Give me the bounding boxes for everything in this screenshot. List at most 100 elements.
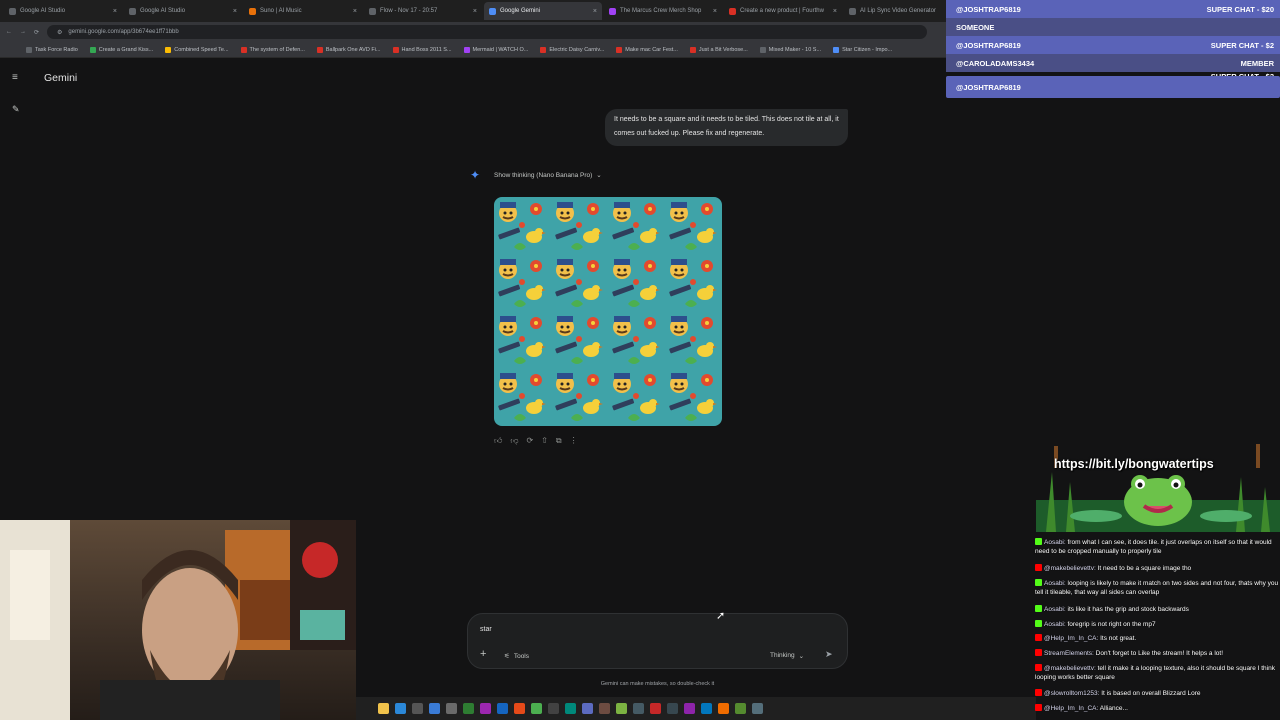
regenerate-icon[interactable]: ⟳ — [527, 436, 534, 446]
chat-message: Aosabi: looping is likely to make it mat… — [1035, 579, 1279, 596]
app-icon[interactable] — [548, 703, 559, 714]
bookmark[interactable]: Ballpark One AVD Fi... — [316, 46, 381, 53]
copy-icon[interactable]: ⧉ — [556, 436, 562, 446]
new-chat-icon[interactable]: ✎ — [12, 104, 20, 115]
app-icon[interactable] — [735, 703, 746, 714]
app-icon[interactable] — [718, 703, 729, 714]
bookmark[interactable]: Star Citizen - Impo... — [833, 46, 892, 53]
file-explorer-icon[interactable] — [378, 703, 389, 714]
app-icon[interactable] — [752, 703, 763, 714]
close-tab-icon[interactable]: × — [233, 8, 237, 15]
chrome-icon[interactable] — [531, 703, 542, 714]
bookmark[interactable]: Mixed Maker - 10 S... — [759, 46, 821, 53]
bookmark[interactable]: Make mac Car Fest... — [616, 46, 678, 53]
promo-banner: https://bit.ly/bongwatertips — [1036, 440, 1280, 532]
add-attachment-icon[interactable]: + — [480, 648, 486, 660]
youtube-icon — [1035, 634, 1042, 641]
gemini-sparkle-icon: ✦ — [470, 168, 481, 182]
close-tab-icon[interactable]: × — [593, 8, 597, 15]
address-bar[interactable]: ⚙ gemini.google.com/app/3b674ee1ff71bbb — [47, 25, 928, 39]
app-icon[interactable] — [463, 703, 474, 714]
app-icon[interactable] — [582, 703, 593, 714]
thumbs-down-icon[interactable]: 👎︎ — [510, 436, 518, 446]
browser-tab[interactable]: AI Lip Sync Video Generator× — [844, 2, 962, 20]
bookmark[interactable]: Combined Speed Te... — [165, 46, 229, 53]
super-chat-user: SOMEONE — [956, 22, 995, 32]
browser-tab[interactable]: Google AI Studio × — [4, 2, 122, 20]
browser-tab[interactable]: The Marcus Crew Merch Shop × — [604, 2, 722, 20]
forward-icon[interactable]: → — [20, 29, 26, 35]
back-icon[interactable]: ← — [6, 29, 12, 35]
bookmark[interactable]: Hand Boss 2011 S... — [392, 46, 452, 53]
chat-message: Aosabi: from what I can see, it does til… — [1035, 538, 1272, 555]
edge-icon[interactable] — [395, 703, 406, 714]
app-icon[interactable] — [497, 703, 508, 714]
app-icon[interactable] — [429, 703, 440, 714]
bookmark[interactable]: Just a Bit Verbose... — [689, 46, 748, 53]
send-icon[interactable]: ➤ — [825, 649, 833, 660]
browser-tab[interactable]: Create a new product | Fourthw × — [724, 2, 842, 20]
bookmark-favicon-icon — [833, 46, 840, 53]
show-thinking-toggle[interactable]: Show thinking (Nano Banana Pro) ⌄ — [494, 171, 602, 180]
close-tab-icon[interactable]: × — [833, 8, 837, 15]
disclaimer-text: Gemini can make mistakes, so double-chec… — [600, 681, 715, 687]
super-chat-row: @CAROLADAMS3434 MEMBER — [946, 54, 1280, 72]
tab-favicon-icon — [369, 7, 376, 15]
model-mode-select[interactable]: Thinking ⌄ — [770, 652, 804, 660]
app-icon[interactable] — [514, 703, 525, 714]
super-chat-amount: SUPER CHAT - $20 — [1206, 4, 1274, 14]
bookmark-favicon-icon — [616, 46, 623, 53]
app-icon[interactable] — [599, 703, 610, 714]
kick-icon — [1035, 605, 1042, 612]
site-info-icon[interactable]: ⚙ — [57, 29, 62, 36]
youtube-icon — [1035, 564, 1042, 571]
close-tab-icon[interactable]: × — [113, 8, 117, 15]
chat-message: @makebelievettv: It need to be a square … — [1035, 564, 1279, 573]
youtube-icon — [1035, 704, 1042, 711]
bookmark[interactable]: The system of Defen... — [240, 46, 305, 53]
bookmark[interactable]: Mermaid | WATCH O... — [463, 46, 528, 53]
chat-message: @Help_Im_In_CA: Alliance... — [1035, 704, 1279, 713]
app-icon[interactable] — [616, 703, 627, 714]
app-icon[interactable] — [667, 703, 678, 714]
app-icon[interactable] — [480, 703, 491, 714]
reload-icon[interactable]: ⟳ — [34, 29, 39, 36]
close-tab-icon[interactable]: × — [713, 8, 717, 15]
youtube-icon — [1035, 649, 1042, 656]
bookmark-favicon-icon — [165, 46, 172, 53]
thumbs-up-icon[interactable]: 👍︎ — [494, 436, 502, 446]
tools-icon: ⚟ — [504, 653, 510, 660]
chevron-down-icon: ⌄ — [798, 653, 805, 660]
browser-tab[interactable]: Suno | AI Music × — [244, 2, 362, 20]
kick-icon — [1035, 579, 1042, 586]
bookmark[interactable]: Electric Daisy Carniv... — [540, 46, 604, 53]
browser-tab[interactable]: Flow - Nov 17 - 20:57 × — [364, 2, 482, 20]
browser-tab-active[interactable]: Google Gemini × — [484, 2, 602, 20]
app-icon[interactable] — [684, 703, 695, 714]
app-icon[interactable] — [633, 703, 644, 714]
main-menu-icon[interactable]: ≡ — [12, 72, 18, 83]
app-icon[interactable] — [446, 703, 457, 714]
frog-illustration — [1036, 444, 1280, 532]
generated-image[interactable] — [494, 197, 722, 426]
app-icon[interactable] — [701, 703, 712, 714]
browser-tab[interactable]: Google AI Studio × — [124, 2, 242, 20]
app-icon[interactable] — [650, 703, 661, 714]
close-tab-icon[interactable]: × — [473, 8, 477, 15]
share-icon[interactable]: ⇧ — [541, 436, 548, 446]
super-chat-row: @JOSHTRAP6819 — [946, 76, 1280, 98]
tab-favicon-icon — [609, 7, 616, 15]
chat-message: Aosabi: foregrip is not right on the mp7 — [1035, 620, 1279, 629]
super-chat-user: @JOSHTRAP6819 — [956, 40, 1021, 50]
bookmark[interactable]: Task Force Radio — [26, 46, 78, 53]
bookmark[interactable]: Create a Grand Kiss... — [89, 46, 153, 53]
close-tab-icon[interactable]: × — [353, 8, 357, 15]
app-icon[interactable] — [565, 703, 576, 714]
tools-label: Tools — [513, 652, 530, 660]
tools-button[interactable]: ⚟ Tools — [504, 652, 530, 661]
app-icon[interactable] — [412, 703, 423, 714]
more-options-icon[interactable]: ⋮ — [570, 436, 578, 446]
bookmark-favicon-icon — [463, 46, 470, 53]
prompt-input[interactable] — [480, 626, 820, 633]
response-actions: 👍︎ 👎︎ ⟳ ⇧ ⧉ ⋮ — [494, 436, 578, 446]
